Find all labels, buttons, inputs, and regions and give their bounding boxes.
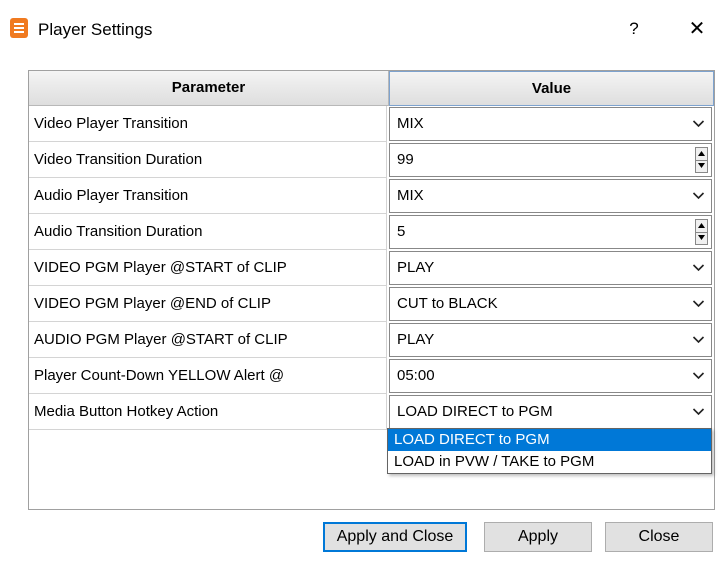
- column-header-value[interactable]: Value: [389, 71, 714, 106]
- value-spinbox[interactable]: 5: [389, 215, 712, 249]
- close-icon[interactable]: ✕: [682, 15, 712, 43]
- value-spinbox[interactable]: 99: [389, 143, 712, 177]
- table-row: AUDIO PGM Player @START of CLIP PLAY: [29, 322, 714, 358]
- value-combobox[interactable]: MIX: [389, 179, 712, 213]
- chevron-down-icon[interactable]: [692, 117, 705, 130]
- value-combobox[interactable]: 05:00: [389, 359, 712, 393]
- table-row: VIDEO PGM Player @END of CLIP CUT to BLAC…: [29, 286, 714, 322]
- parameter-cell: Audio Player Transition: [29, 178, 387, 214]
- table-row: Media Button Hotkey Action LOAD DIRECT to…: [29, 394, 714, 430]
- help-button[interactable]: ?: [620, 15, 648, 43]
- spinner-arrows[interactable]: [695, 219, 708, 245]
- parameter-cell: VIDEO PGM Player @END of CLIP: [29, 286, 387, 322]
- spinner-arrows[interactable]: [695, 147, 708, 173]
- dropdown-option[interactable]: LOAD in PVW / TAKE to PGM: [388, 451, 711, 473]
- spin-down-icon[interactable]: [696, 160, 707, 172]
- hotkey-action-dropdown-list: LOAD DIRECT to PGM LOAD in PVW / TAKE to…: [387, 428, 712, 474]
- apply-button[interactable]: Apply: [484, 522, 592, 552]
- value-combobox[interactable]: MIX: [389, 107, 712, 141]
- parameter-cell: Video Player Transition: [29, 106, 387, 142]
- chevron-down-icon[interactable]: [692, 333, 705, 346]
- parameter-cell: Video Transition Duration: [29, 142, 387, 178]
- chevron-down-icon[interactable]: [692, 261, 705, 274]
- table-row: VIDEO PGM Player @START of CLIP PLAY: [29, 250, 714, 286]
- value-text: MIX: [397, 187, 424, 204]
- dropdown-option[interactable]: LOAD DIRECT to PGM: [388, 429, 711, 451]
- window-title: Player Settings: [38, 20, 153, 39]
- close-button[interactable]: Close: [605, 522, 713, 552]
- chevron-down-icon[interactable]: [692, 189, 705, 202]
- table-row: Audio Player Transition MIX: [29, 178, 714, 214]
- player-settings-dialog: Player Settings ? ✕ Parameter Value Vide…: [0, 0, 720, 569]
- value-text: MIX: [397, 115, 424, 132]
- value-combobox[interactable]: PLAY: [389, 251, 712, 285]
- parameter-cell: Audio Transition Duration: [29, 214, 387, 250]
- apply-and-close-button[interactable]: Apply and Close: [323, 522, 467, 552]
- parameter-cell: VIDEO PGM Player @START of CLIP: [29, 250, 387, 286]
- value-combobox[interactable]: LOAD DIRECT to PGM: [389, 395, 712, 429]
- value-combobox[interactable]: CUT to BLACK: [389, 287, 712, 321]
- parameter-cell: Player Count-Down YELLOW Alert @: [29, 358, 387, 394]
- value-text: LOAD DIRECT to PGM: [397, 403, 553, 420]
- chevron-down-icon[interactable]: [692, 297, 705, 310]
- value-text: PLAY: [397, 331, 435, 348]
- chevron-down-icon[interactable]: [692, 369, 705, 382]
- column-header-parameter[interactable]: Parameter: [29, 71, 389, 106]
- table-row: Video Player Transition MIX: [29, 106, 714, 142]
- value-text: 99: [397, 151, 414, 168]
- spin-down-icon[interactable]: [696, 232, 707, 244]
- table-row: Video Transition Duration 99: [29, 142, 714, 178]
- chevron-down-icon[interactable]: [692, 405, 705, 418]
- table-row: Player Count-Down YELLOW Alert @ 05:00: [29, 358, 714, 394]
- value-text: 05:00: [397, 367, 435, 384]
- value-combobox[interactable]: PLAY: [389, 323, 712, 357]
- table-row: Audio Transition Duration 5: [29, 214, 714, 250]
- parameter-cell: Media Button Hotkey Action: [29, 394, 387, 430]
- title-bar: Player Settings ? ✕: [0, 0, 720, 62]
- app-icon: [10, 18, 28, 38]
- value-text: 5: [397, 223, 406, 240]
- parameter-cell: AUDIO PGM Player @START of CLIP: [29, 322, 387, 358]
- value-text: PLAY: [397, 259, 435, 276]
- value-text: CUT to BLACK: [397, 295, 498, 312]
